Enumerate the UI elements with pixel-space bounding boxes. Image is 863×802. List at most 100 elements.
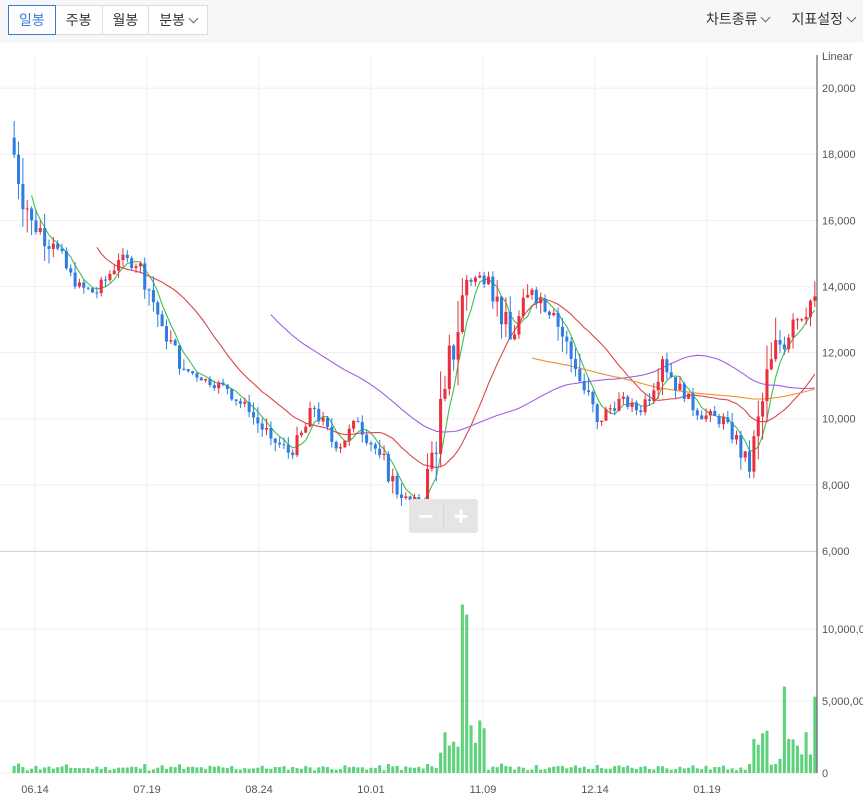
candle-body (639, 410, 643, 413)
volume-bar (17, 763, 21, 773)
zoom-in-button[interactable]: + (444, 499, 478, 533)
candle-body (273, 438, 277, 443)
volume-bar (726, 769, 730, 773)
chart-type-menu[interactable]: 차트종류 (700, 5, 776, 33)
volume-bar (60, 766, 64, 773)
candle-body (800, 319, 804, 321)
candle-body (234, 399, 238, 401)
tab-minute-label: 분봉 (159, 12, 186, 28)
volume-bar (21, 766, 25, 773)
indicator-settings-menu[interactable]: 지표설정 (785, 5, 861, 33)
volume-bar (173, 767, 177, 773)
volume-bar (312, 770, 316, 773)
volume-bar (804, 732, 808, 773)
volume-bar (204, 769, 208, 773)
candle-body (552, 312, 556, 316)
candle-body (365, 434, 369, 443)
candle-body (182, 368, 186, 370)
candle-body (47, 246, 51, 249)
candle-body (17, 154, 21, 185)
volume-bar (482, 728, 486, 773)
tab-daily[interactable]: 일봉 (8, 5, 56, 35)
volume-bar (452, 741, 456, 773)
volume-bar (352, 766, 356, 773)
candle-body (656, 381, 660, 391)
candle-body (339, 447, 343, 449)
volume-bar (774, 763, 778, 773)
volume-bar (665, 768, 669, 773)
candle-body (643, 399, 647, 413)
candle-body (217, 382, 221, 389)
volume-bar (347, 767, 351, 773)
volume-bar (382, 770, 386, 773)
candle-body (587, 390, 591, 393)
date-tick-label: 11.09 (470, 784, 497, 796)
candle-body (51, 243, 55, 249)
volume-bar (243, 768, 247, 773)
candle-body (682, 383, 686, 399)
volume-bar (530, 769, 534, 773)
candle-body (347, 428, 351, 441)
candle-body (604, 409, 608, 421)
candle-body (395, 475, 399, 495)
volume-bar (473, 742, 477, 773)
volume-bar (591, 768, 595, 773)
volume-bar (795, 745, 799, 773)
zoom-out-button[interactable]: − (409, 499, 443, 533)
candle-body (156, 302, 160, 315)
candle-body (38, 227, 42, 233)
volume-bar (734, 770, 739, 773)
volume-bar (460, 604, 464, 773)
volume-bar (443, 732, 447, 773)
candle-body (495, 296, 499, 302)
volume-bar (434, 767, 438, 773)
price-tick-label: 12,000 (822, 348, 856, 360)
volume-bar (717, 767, 721, 773)
volume-bar (43, 767, 47, 773)
volume-bar (539, 769, 543, 773)
candle-body (60, 248, 64, 252)
volume-bar (399, 770, 403, 773)
tab-weekly[interactable]: 주봉 (56, 6, 103, 34)
volume-bar (465, 614, 469, 773)
candle-body (743, 451, 747, 458)
volume-bar (286, 769, 290, 773)
volume-bar (143, 764, 147, 773)
candle-body (73, 272, 77, 287)
candle-body (191, 371, 195, 374)
volume-bar (265, 768, 269, 773)
tab-monthly[interactable]: 월봉 (103, 6, 150, 34)
candle-body (573, 358, 578, 370)
volume-bar (647, 768, 651, 773)
price-tick-label: 14,000 (822, 281, 856, 293)
price-tick-label: 18,000 (822, 149, 856, 161)
volume-bar (325, 767, 329, 773)
volume-bar (164, 768, 168, 773)
volume-tick-label: 10,000,000 (822, 624, 863, 636)
candle-body (195, 373, 199, 378)
volume-bar (761, 733, 765, 773)
candle-body (765, 369, 769, 402)
volume-bar (543, 769, 547, 773)
candle-body (691, 393, 695, 411)
volume-bar (147, 770, 151, 773)
volume-bar (643, 766, 647, 773)
volume-bar (587, 768, 591, 773)
candle-body (186, 369, 190, 372)
candle-body (225, 384, 229, 389)
volume-bar (221, 767, 225, 773)
volume-bar (713, 767, 717, 773)
volume-bar (121, 767, 125, 773)
candle-body (513, 334, 517, 340)
candle-body (761, 401, 765, 417)
candle-body (286, 444, 290, 453)
candle-body (99, 279, 103, 294)
volume-bar (199, 767, 203, 773)
tab-minute[interactable]: 분봉 (149, 6, 207, 34)
stock-chart[interactable]: Linear 6,000 8,000 10,000 12,000 14,000 16,000… (0, 43, 863, 802)
volume-bar (404, 766, 408, 773)
volume-bar (38, 769, 42, 773)
candle-body (582, 380, 586, 391)
volume-bar (395, 765, 399, 773)
candle-body (491, 276, 495, 302)
